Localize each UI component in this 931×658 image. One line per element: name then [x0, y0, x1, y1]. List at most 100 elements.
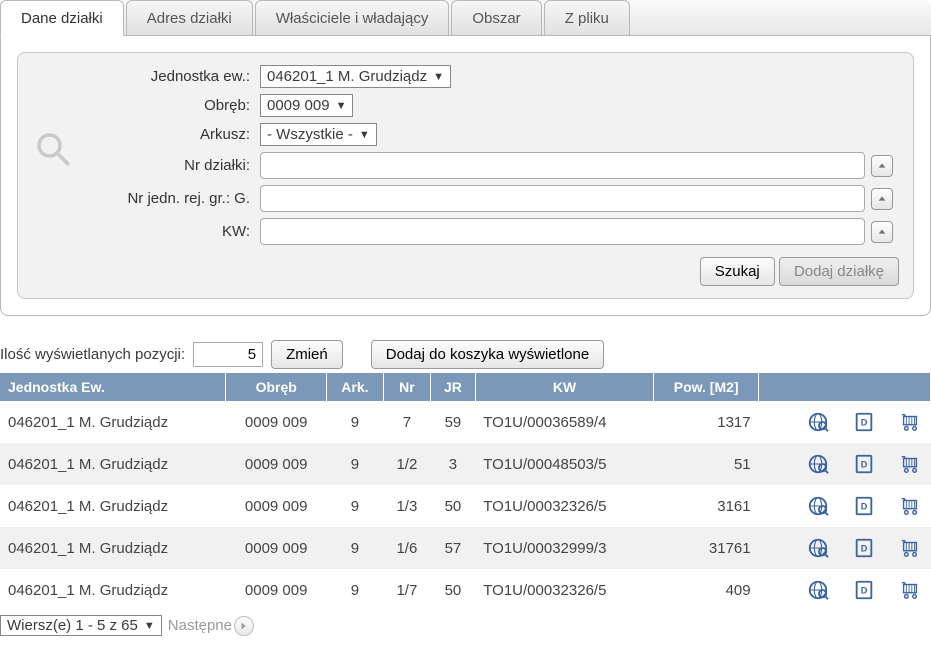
cell-nr: 1/6 [383, 527, 430, 569]
cart-icon[interactable] [897, 579, 923, 601]
cell-pow: 409 [654, 569, 759, 611]
map-search-icon[interactable] [805, 453, 831, 475]
cart-icon[interactable] [897, 411, 923, 433]
cell-nr: 1/2 [383, 443, 430, 485]
col-pow[interactable]: Pow. [M2] [654, 373, 759, 401]
table-row: 046201_1 M. Grudziądz0009 00991/23TO1U/0… [0, 443, 931, 485]
chevron-down-icon: ▼ [433, 71, 444, 83]
cell-jr: 50 [431, 485, 476, 527]
document-icon[interactable] [851, 453, 877, 475]
jednostka-ew-select[interactable]: 046201_1 M. Grudziądz ▼ [260, 65, 451, 88]
results-table: Jednostka Ew. Obręb Ark. Nr JR KW Pow. [… [0, 373, 931, 611]
change-count-button[interactable]: Zmień [271, 340, 343, 369]
map-search-icon[interactable] [805, 579, 831, 601]
document-icon[interactable] [851, 411, 877, 433]
add-to-cart-visible-button[interactable]: Dodaj do koszyka wyświetlone [371, 340, 604, 369]
cart-icon[interactable] [897, 495, 923, 517]
cell-jr: 50 [431, 569, 476, 611]
label-kw: KW: [94, 223, 254, 240]
cell-pow: 1317 [654, 401, 759, 443]
kw-input[interactable] [260, 218, 865, 245]
cell-kw: TO1U/00048503/5 [475, 443, 653, 485]
table-row: 046201_1 M. Grudziądz0009 00991/657TO1U/… [0, 527, 931, 569]
display-count-label: Ilość wyświetlanych pozycji: [0, 346, 185, 363]
label-nr-jedn-rej: Nr jedn. rej. gr.: G. [94, 190, 254, 207]
cell-ark: 9 [327, 401, 384, 443]
obreb-select[interactable]: 0009 009 ▼ [260, 94, 353, 117]
cell-jednostka: 046201_1 M. Grudziądz [0, 443, 226, 485]
add-parcel-button[interactable]: Dodaj działkę [779, 257, 899, 286]
cell-ark: 9 [327, 485, 384, 527]
page-range-value: Wiersz(e) 1 - 5 z 65 [7, 617, 138, 634]
map-search-icon[interactable] [805, 495, 831, 517]
col-jr[interactable]: JR [431, 373, 476, 401]
cell-jr: 3 [431, 443, 476, 485]
cell-kw: TO1U/00036589/4 [475, 401, 653, 443]
display-count-input[interactable] [193, 342, 263, 367]
cell-kw: TO1U/00032999/3 [475, 527, 653, 569]
document-icon[interactable] [851, 579, 877, 601]
tab-obszar[interactable]: Obszar [451, 0, 541, 35]
cell-ark: 9 [327, 443, 384, 485]
cell-jednostka: 046201_1 M. Grudziądz [0, 569, 226, 611]
col-ark[interactable]: Ark. [327, 373, 384, 401]
cell-nr: 7 [383, 401, 430, 443]
tab-dane-dzialki[interactable]: Dane działki [0, 0, 124, 36]
nr-jedn-rej-input[interactable] [260, 185, 865, 212]
tab-adres-dzialki[interactable]: Adres działki [126, 0, 253, 35]
cell-jednostka: 046201_1 M. Grudziądz [0, 527, 226, 569]
cell-obreb: 0009 009 [226, 569, 327, 611]
map-search-icon[interactable] [805, 537, 831, 559]
label-obreb: Obręb: [94, 97, 254, 114]
tab-bar: Dane działki Adres działki Właściciele i… [0, 0, 931, 36]
next-icon [234, 616, 254, 636]
search-form: Jednostka ew.: 046201_1 M. Grudziądz ▼ O… [17, 52, 914, 299]
cell-nr: 1/3 [383, 485, 430, 527]
label-jednostka-ew: Jednostka ew.: [94, 68, 254, 85]
col-jednostka[interactable]: Jednostka Ew. [0, 373, 226, 401]
table-row: 046201_1 M. Grudziądz0009 00991/350TO1U/… [0, 485, 931, 527]
jednostka-ew-value: 046201_1 M. Grudziądz [267, 68, 427, 85]
nr-dzialki-stepper[interactable] [871, 155, 893, 177]
cell-pow: 51 [654, 443, 759, 485]
document-icon[interactable] [851, 537, 877, 559]
list-toolbar: Ilość wyświetlanych pozycji: Zmień Dodaj… [0, 340, 931, 369]
chevron-down-icon: ▼ [359, 129, 370, 141]
cart-icon[interactable] [897, 453, 923, 475]
cell-ark: 9 [327, 527, 384, 569]
tab-z-pliku[interactable]: Z pliku [544, 0, 630, 35]
cart-icon[interactable] [897, 537, 923, 559]
obreb-value: 0009 009 [267, 97, 330, 114]
tab-wlasciciele[interactable]: Właściciele i władający [255, 0, 450, 35]
chevron-down-icon: ▼ [144, 620, 155, 632]
cell-nr: 1/7 [383, 569, 430, 611]
pager: Wiersz(e) 1 - 5 z 65 ▼ Następne [0, 615, 931, 636]
col-kw[interactable]: KW [475, 373, 653, 401]
cell-obreb: 0009 009 [226, 485, 327, 527]
search-icon [32, 128, 88, 174]
cell-pow: 3161 [654, 485, 759, 527]
cell-obreb: 0009 009 [226, 401, 327, 443]
col-actions [759, 373, 931, 401]
document-icon[interactable] [851, 495, 877, 517]
arkusz-select[interactable]: - Wszystkie - ▼ [260, 123, 377, 146]
arkusz-value: - Wszystkie - [267, 126, 353, 143]
kw-stepper[interactable] [871, 221, 893, 243]
next-page-link[interactable]: Następne [168, 616, 254, 636]
table-row: 046201_1 M. Grudziądz0009 0099759TO1U/00… [0, 401, 931, 443]
nr-dzialki-input[interactable] [260, 152, 865, 179]
col-nr[interactable]: Nr [383, 373, 430, 401]
tab-panel: Jednostka ew.: 046201_1 M. Grudziądz ▼ O… [0, 36, 931, 316]
cell-kw: TO1U/00032326/5 [475, 569, 653, 611]
page-range-select[interactable]: Wiersz(e) 1 - 5 z 65 ▼ [0, 615, 162, 636]
cell-jr: 59 [431, 401, 476, 443]
cell-obreb: 0009 009 [226, 443, 327, 485]
cell-pow: 31761 [654, 527, 759, 569]
col-obreb[interactable]: Obręb [226, 373, 327, 401]
cell-jr: 57 [431, 527, 476, 569]
map-search-icon[interactable] [805, 411, 831, 433]
search-button[interactable]: Szukaj [700, 257, 775, 286]
cell-obreb: 0009 009 [226, 527, 327, 569]
cell-kw: TO1U/00032326/5 [475, 485, 653, 527]
nr-jedn-rej-stepper[interactable] [871, 188, 893, 210]
